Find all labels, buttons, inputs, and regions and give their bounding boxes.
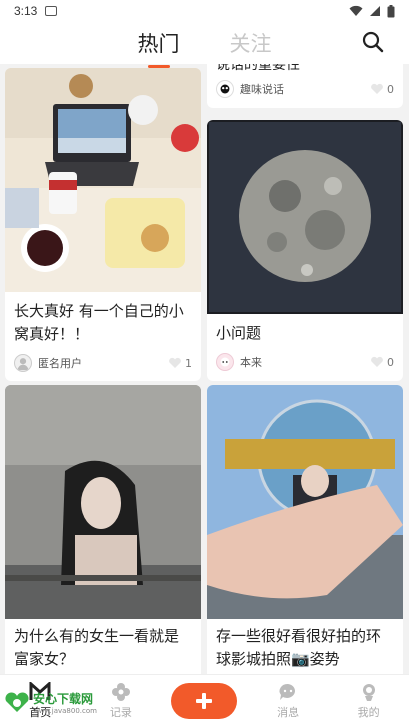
nav-messages-label: 消息 (277, 706, 300, 719)
watermark-logo-icon (5, 691, 29, 712)
like-count: 1 (185, 356, 192, 370)
tab-follow-label: 关注 (229, 32, 272, 56)
nav-record-label: 记录 (109, 706, 132, 719)
status-time: 3:13 (14, 4, 38, 18)
like-button[interactable]: 0 (370, 356, 394, 369)
like-count: 0 (387, 355, 394, 369)
card-image (207, 120, 403, 314)
card-title: 说话的重要性 (216, 64, 300, 73)
like-button[interactable]: 1 (168, 357, 192, 370)
heart-icon (371, 356, 383, 367)
card-image (5, 68, 201, 292)
card-title: 小问题 (216, 324, 262, 342)
watermark-url: www.java800.com (33, 707, 97, 715)
status-bar: 3:13 (0, 0, 409, 22)
wifi-icon (349, 5, 363, 16)
chat-bubble-icon (279, 683, 296, 700)
profile-icon (362, 684, 375, 701)
tab-hot[interactable]: 热门 (137, 28, 180, 68)
card-meta: 匿名用户 1 (5, 354, 201, 372)
plus-icon (196, 693, 213, 709)
nav-messages[interactable]: 消息 (258, 682, 318, 720)
create-post-button[interactable] (171, 683, 238, 719)
feed-card[interactable]: 存一些很好看很好拍的环球影城拍照📷姿势 (207, 385, 403, 674)
signal-icon (370, 6, 380, 16)
card-author: 匿名用户 (38, 357, 82, 370)
tab-hot-label: 热门 (137, 32, 180, 56)
feed: 说话的重要性 趣味说话 0 长大真好 有一个自己的小窝真好！！ 匿名用户 1 小… (0, 64, 409, 674)
feed-card[interactable]: 小问题 本来 0 (207, 120, 403, 381)
nav-profile-label: 我的 (357, 706, 380, 719)
nav-profile[interactable]: 我的 (339, 682, 399, 720)
nav-record[interactable]: 记录 (91, 682, 151, 720)
card-image (5, 385, 201, 619)
card-title: 存一些很好看很好拍的环球影城拍照📷姿势 (216, 627, 382, 668)
tab-follow[interactable]: 关注 (230, 28, 272, 58)
sim-icon (45, 6, 58, 16)
heart-icon (371, 83, 383, 94)
feed-card[interactable]: 说话的重要性 趣味说话 0 (207, 64, 403, 108)
feed-card[interactable]: 长大真好 有一个自己的小窝真好！！ 匿名用户 1 (5, 68, 201, 381)
card-author: 趣味说话 (240, 83, 284, 96)
like-button[interactable]: 0 (370, 83, 394, 96)
card-meta: 本来 0 (207, 353, 403, 371)
watermark: 安心下载网 www.java800.com (4, 690, 97, 715)
card-title: 长大真好 有一个自己的小窝真好！！ (14, 302, 184, 343)
heart-icon (169, 357, 181, 368)
battery-icon (387, 4, 395, 17)
top-tab-bar: 热门 关注 (0, 22, 409, 68)
watermark-name: 安心下载网 (33, 692, 94, 706)
search-icon[interactable] (361, 30, 385, 54)
card-meta: 趣味说话 0 (207, 80, 403, 98)
feed-card[interactable]: 为什么有的女生一看就是富家女？ (5, 385, 201, 674)
flower-icon (111, 683, 130, 701)
like-count: 0 (387, 82, 394, 96)
card-title: 为什么有的女生一看就是富家女？ (14, 627, 180, 668)
avatar[interactable] (14, 354, 32, 372)
avatar[interactable] (216, 353, 234, 371)
card-image (207, 385, 403, 619)
avatar[interactable] (216, 80, 234, 98)
card-author: 本来 (240, 356, 262, 369)
